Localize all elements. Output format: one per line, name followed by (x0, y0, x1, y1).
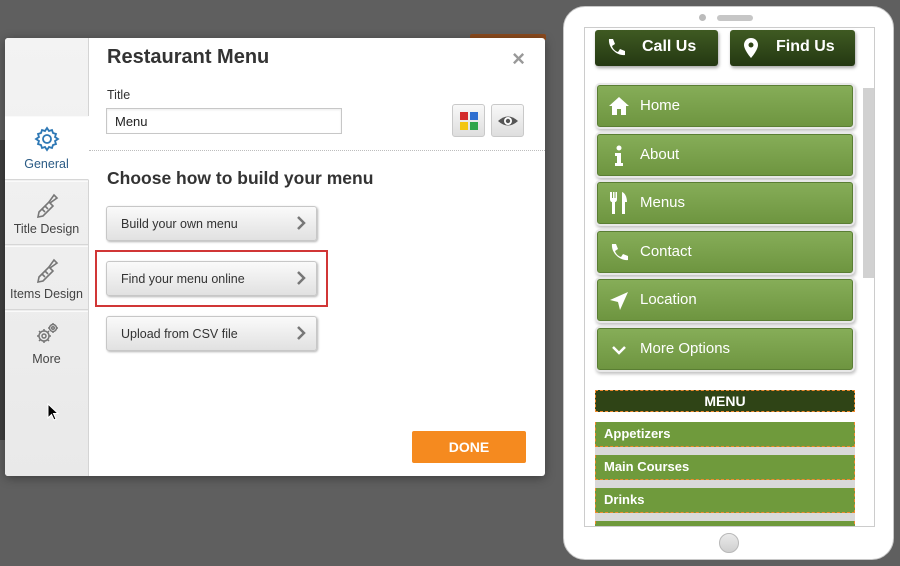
phone-speaker (717, 15, 753, 21)
separator (89, 150, 545, 151)
call-us-button[interactable]: Call Us (595, 30, 718, 66)
phone-scrollbar[interactable] (863, 88, 874, 278)
phone-screen: Call Us Find Us Home About Menus Contact… (584, 27, 875, 527)
nav-contact-button[interactable]: Contact (597, 231, 853, 273)
nav-label: More Options (640, 340, 731, 357)
upload-csv-button[interactable]: Upload from CSV file (106, 316, 317, 351)
menu-divider (595, 480, 855, 488)
chevron-right-icon (297, 216, 306, 230)
restaurant-menu-dialog: General Title Design Items Design More R… (5, 38, 545, 476)
gears-icon (36, 323, 58, 343)
nav-label: Home (640, 97, 681, 114)
info-icon (615, 145, 623, 166)
sidenav-item-general[interactable]: General (5, 116, 89, 180)
menu-item-partial[interactable] (595, 521, 855, 526)
nav-home-button[interactable]: Home (597, 85, 853, 127)
phone-preview: Call Us Find Us Home About Menus Contact… (563, 6, 894, 560)
option-label: Upload from CSV file (121, 327, 238, 341)
option-label: Find your menu online (121, 272, 245, 286)
paintbrush-icon (36, 258, 58, 283)
title-input[interactable] (106, 108, 342, 134)
nav-more-options-button[interactable]: More Options (597, 328, 853, 370)
menu-item-main-courses[interactable]: Main Courses (595, 455, 855, 480)
chevron-down-icon (612, 346, 626, 355)
menu-item-drinks[interactable]: Drinks (595, 488, 855, 513)
fork-knife-icon (610, 192, 627, 214)
dialog-main: Restaurant Menu × Title Choose how to bu… (89, 38, 545, 476)
done-button[interactable]: DONE (412, 431, 526, 463)
call-us-label: Call Us (642, 38, 697, 55)
title-field-label: Title (107, 88, 131, 102)
option-label: Build your own menu (121, 217, 238, 231)
chevron-right-icon (297, 271, 306, 285)
preview-button[interactable] (491, 104, 524, 137)
mouse-cursor-icon (47, 403, 59, 421)
sidenav-item-title-design[interactable]: Title Design (5, 181, 88, 245)
eye-icon (497, 116, 518, 126)
home-icon (609, 97, 629, 115)
gear-icon (33, 126, 60, 152)
nav-label: About (640, 146, 680, 163)
nav-location-button[interactable]: Location (597, 279, 853, 321)
menu-divider (595, 513, 855, 521)
color-palette-button[interactable] (452, 104, 485, 137)
sidenav-item-more[interactable]: More (5, 311, 88, 375)
location-arrow-icon (610, 292, 628, 310)
phone-home-button[interactable] (719, 533, 739, 553)
paintbrush-icon (36, 193, 58, 218)
map-pin-icon (744, 38, 758, 58)
color-palette-icon (459, 112, 478, 130)
nav-label: Menus (640, 194, 686, 211)
close-icon[interactable]: × (512, 46, 525, 72)
menu-item-appetizers[interactable]: Appetizers (595, 422, 855, 447)
nav-menus-button[interactable]: Menus (597, 182, 853, 224)
sidenav-item-label: General (24, 157, 69, 171)
build-own-menu-button[interactable]: Build your own menu (106, 206, 317, 241)
menu-header: MENU (595, 390, 855, 412)
phone-icon (608, 39, 625, 56)
phone-icon (611, 244, 628, 261)
sidenav-item-label: Title Design (13, 222, 80, 236)
find-menu-online-button[interactable]: Find your menu online (106, 261, 317, 296)
dialog-title: Restaurant Menu (107, 46, 270, 68)
find-us-label: Find Us (776, 38, 835, 55)
section-title: Choose how to build your menu (107, 168, 374, 188)
chevron-right-icon (297, 326, 306, 340)
nav-about-button[interactable]: About (597, 134, 853, 176)
nav-label: Location (640, 291, 697, 308)
sidenav-item-label: Items Design (10, 287, 83, 301)
find-us-button[interactable]: Find Us (730, 30, 855, 66)
sidenav-item-items-design[interactable]: Items Design (5, 246, 88, 310)
phone-camera (699, 14, 706, 21)
nav-label: Contact (640, 243, 692, 260)
menu-divider (595, 447, 855, 455)
sidenav-item-label: More (32, 352, 61, 366)
